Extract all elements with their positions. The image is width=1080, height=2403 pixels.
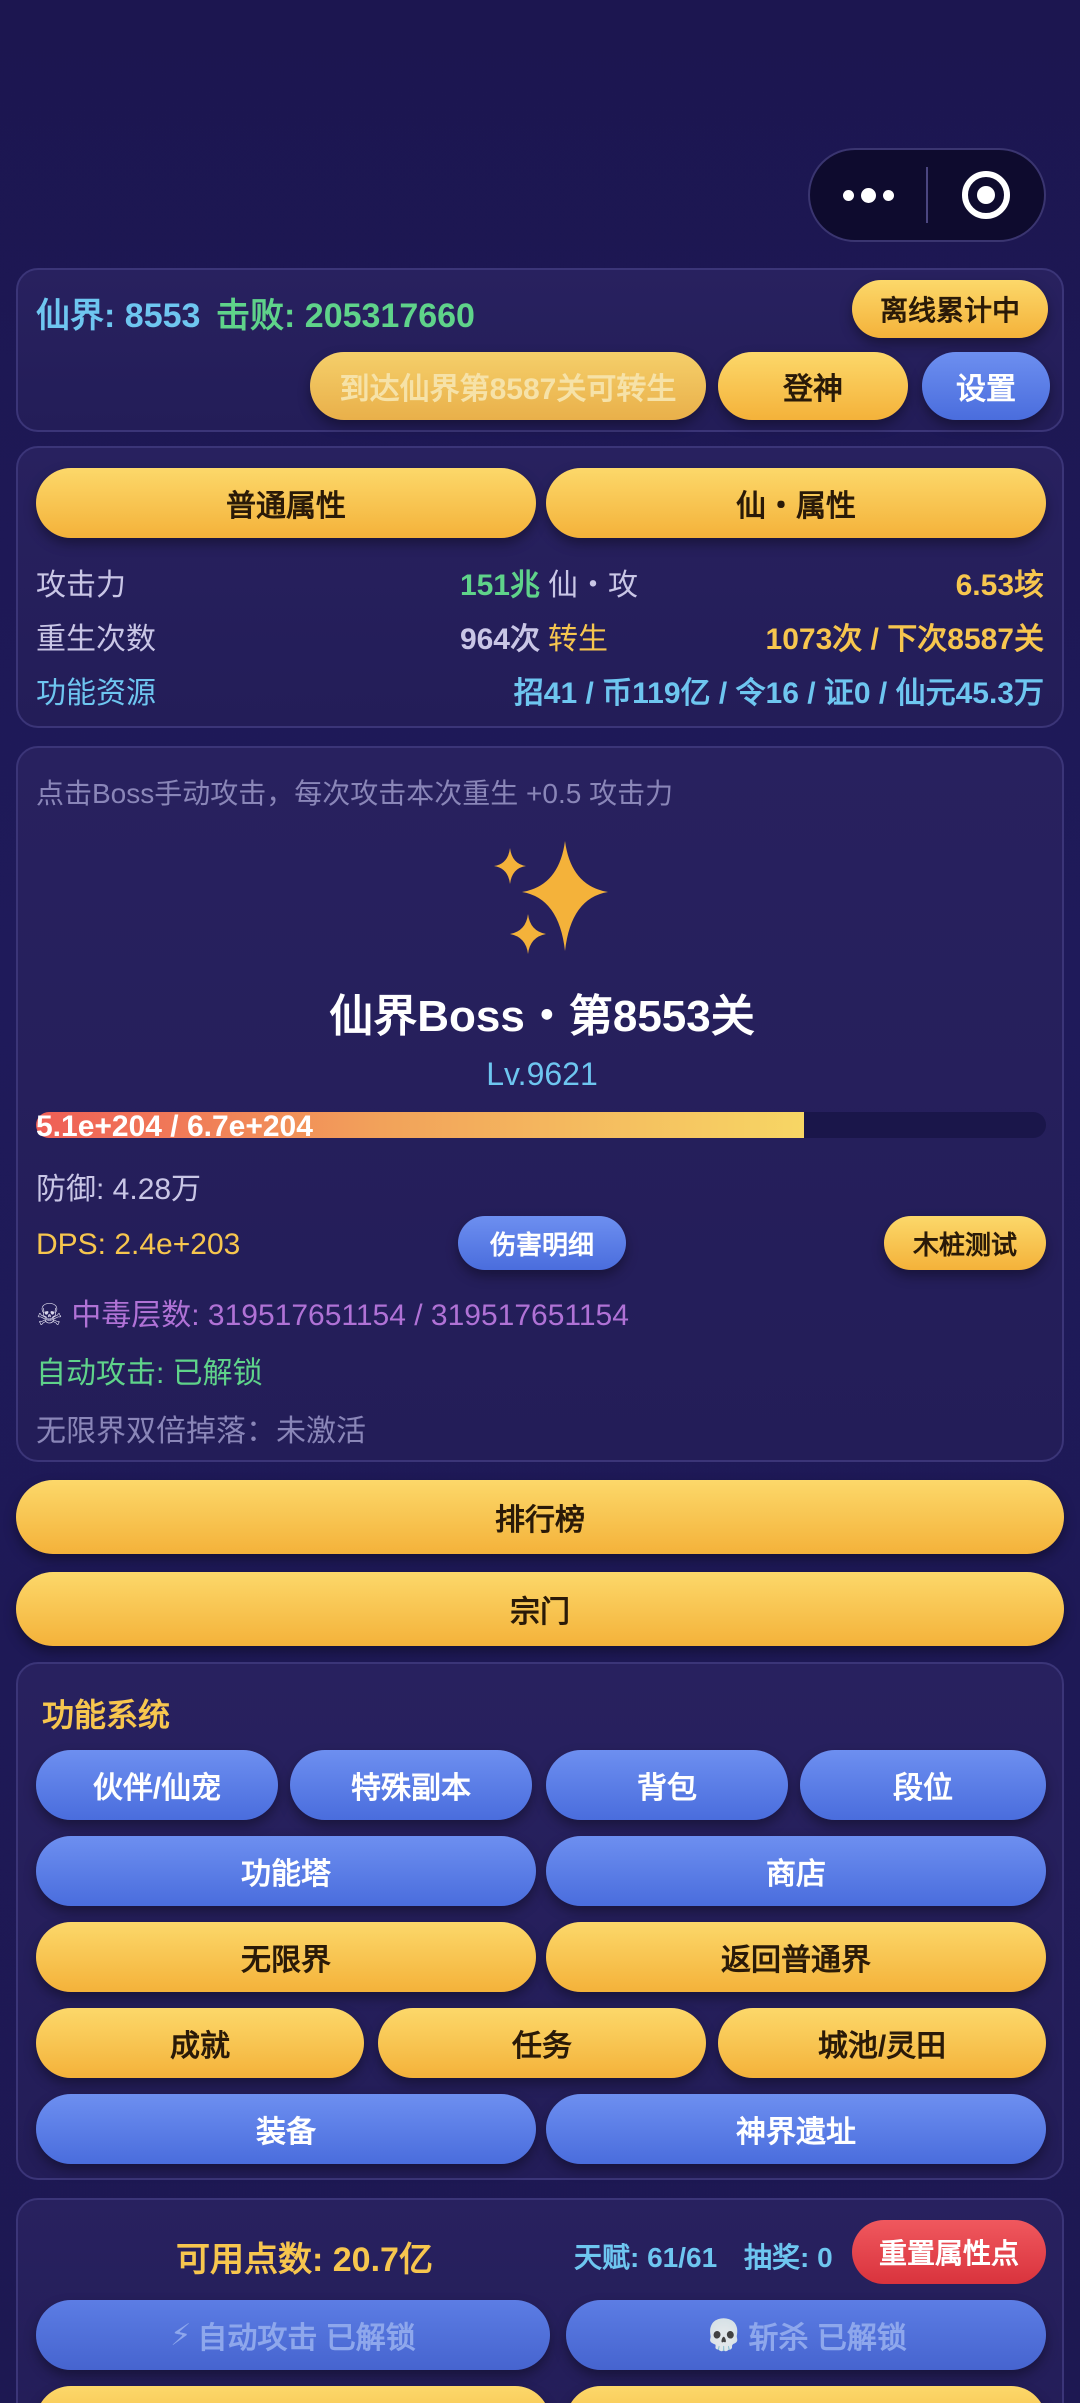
tab-normal-attributes[interactable]: 普通属性 bbox=[36, 468, 536, 538]
function-systems-panel: 功能系统 伙伴/仙宠 特殊副本 背包 段位 功能塔 商店 无限界 返回普通界 成… bbox=[16, 1662, 1064, 2180]
realm-label: 仙界: bbox=[36, 297, 116, 335]
function-tower-button[interactable]: 功能塔 bbox=[36, 1836, 536, 1906]
points-row-button-right[interactable] bbox=[566, 2386, 1046, 2403]
damage-detail-button[interactable]: 伤害明细 bbox=[458, 1216, 626, 1270]
defeat-display: 击败: 205317660 bbox=[216, 288, 475, 337]
defeat-label: 击败: bbox=[216, 297, 296, 335]
return-normal-realm-button[interactable]: 返回普通界 bbox=[546, 1922, 1046, 1992]
rebirth-count-label: 重生次数 bbox=[36, 623, 156, 656]
city-field-button[interactable]: 城池/灵田 bbox=[718, 2008, 1046, 2078]
realm-value: 8553 bbox=[124, 297, 201, 335]
status-panel: 仙界: 8553 击败: 205317660 离线累计中 到达仙界第8587关可… bbox=[16, 268, 1064, 432]
boss-defense: 防御: 4.28万 bbox=[36, 1173, 202, 1206]
backpack-button[interactable]: 背包 bbox=[546, 1750, 788, 1820]
kill-unlocked-button[interactable]: 💀 斩杀 已解锁 bbox=[566, 2300, 1046, 2370]
boss-level: Lv.9621 bbox=[486, 1056, 598, 1092]
reset-attribute-points-button[interactable]: 重置属性点 bbox=[852, 2220, 1046, 2284]
tab-immortal-attributes[interactable]: 仙・属性 bbox=[546, 468, 1046, 538]
poison-stacks: 中毒层数: 319517651154 / 319517651154 bbox=[71, 1299, 629, 1332]
partner-pet-button[interactable]: 伙伴/仙宠 bbox=[36, 1750, 278, 1820]
attributes-panel: 普通属性 仙・属性 攻击力 151兆 仙・攻 6.53垓 重生次数 964次 转… bbox=[16, 446, 1064, 728]
infinite-drop-status: 无限界双倍掉落：未激活 bbox=[36, 1415, 366, 1448]
sparkle-stars-icon[interactable] bbox=[470, 836, 630, 976]
target-circle-icon[interactable] bbox=[928, 150, 1044, 240]
skull-icon: 💀 bbox=[705, 2318, 743, 2352]
special-dungeon-button[interactable]: 特殊副本 bbox=[290, 1750, 532, 1820]
points-panel: 可用点数: 20.7亿 天赋: 61/61 抽奖: 0 重置属性点 ⚡ 自动攻击… bbox=[16, 2198, 1064, 2403]
rank-tier-button[interactable]: 段位 bbox=[800, 1750, 1046, 1820]
boss-hint: 点击Boss手动攻击，每次攻击本次重生 +0.5 攻击力 bbox=[36, 778, 674, 809]
attack-label: 攻击力 bbox=[36, 569, 126, 602]
equipment-button[interactable]: 装备 bbox=[36, 2094, 536, 2164]
ascend-button[interactable]: 登神 bbox=[718, 352, 908, 420]
boss-panel[interactable]: 点击Boss手动攻击，每次攻击本次重生 +0.5 攻击力 仙界Boss・第855… bbox=[16, 746, 1064, 1462]
auto-attack-unlocked-button[interactable]: ⚡ 自动攻击 已解锁 bbox=[36, 2300, 550, 2370]
poison-row: ☠ 中毒层数: 319517651154 / 319517651154 bbox=[36, 1290, 629, 1334]
settings-button[interactable]: 设置 bbox=[922, 352, 1050, 420]
sect-button[interactable]: 宗门 bbox=[16, 1572, 1064, 1646]
rebirth-count-value: 964次 bbox=[459, 623, 540, 656]
task-button[interactable]: 任务 bbox=[378, 2008, 706, 2078]
systems-title: 功能系统 bbox=[42, 1697, 171, 1733]
kill-unlocked-label: 斩杀 已解锁 bbox=[748, 2322, 907, 2355]
talent-count: 天赋: 61/61 bbox=[574, 2242, 718, 2273]
dummy-test-button[interactable]: 木桩测试 bbox=[884, 1216, 1046, 1270]
defeat-value: 205317660 bbox=[304, 297, 475, 335]
shop-button[interactable]: 商店 bbox=[546, 1836, 1046, 1906]
immortal-attack-value: 6.53垓 bbox=[955, 569, 1044, 602]
reincarnation-label: 转生 bbox=[548, 623, 608, 656]
immortal-attack-label: 仙・攻 bbox=[548, 569, 638, 602]
achievement-button[interactable]: 成就 bbox=[36, 2008, 364, 2078]
skull-crossbones-icon: ☠ bbox=[36, 1299, 63, 1332]
resources-value: 招41 / 币119亿 / 令16 / 证0 / 仙元45.3万 bbox=[513, 677, 1044, 710]
mini-program-capsule bbox=[808, 148, 1046, 242]
auto-attack-status: 自动攻击: 已解锁 bbox=[36, 1357, 263, 1390]
available-points: 可用点数: 20.7亿 bbox=[176, 2241, 433, 2279]
more-dots-icon[interactable] bbox=[810, 150, 926, 240]
rebirth-hint-button[interactable]: 到达仙界第8587关可转生 bbox=[310, 352, 706, 420]
reincarnation-value: 1073次 / 下次8587关 bbox=[765, 623, 1044, 656]
realm-display: 仙界: 8553 bbox=[36, 288, 200, 337]
attack-value: 151兆 bbox=[459, 569, 540, 602]
dps-display: DPS: 2.4e+203 bbox=[36, 1228, 241, 1261]
boss-name: 仙界Boss・第8553关 bbox=[329, 992, 755, 1041]
points-row-button-left[interactable] bbox=[36, 2386, 550, 2403]
offline-accumulating-button[interactable]: 离线累计中 bbox=[852, 280, 1048, 338]
lightning-icon: ⚡ bbox=[170, 2318, 192, 2352]
boss-hp-text: 5.1e+204 / 6.7e+204 bbox=[36, 1110, 313, 1143]
ranking-button[interactable]: 排行榜 bbox=[16, 1480, 1064, 1554]
lottery-count: 抽奖: 0 bbox=[744, 2242, 833, 2273]
resources-label: 功能资源 bbox=[36, 677, 156, 710]
auto-attack-unlocked-label: 自动攻击 已解锁 bbox=[197, 2322, 416, 2355]
infinite-realm-button[interactable]: 无限界 bbox=[36, 1922, 536, 1992]
divine-ruins-button[interactable]: 神界遗址 bbox=[546, 2094, 1046, 2164]
